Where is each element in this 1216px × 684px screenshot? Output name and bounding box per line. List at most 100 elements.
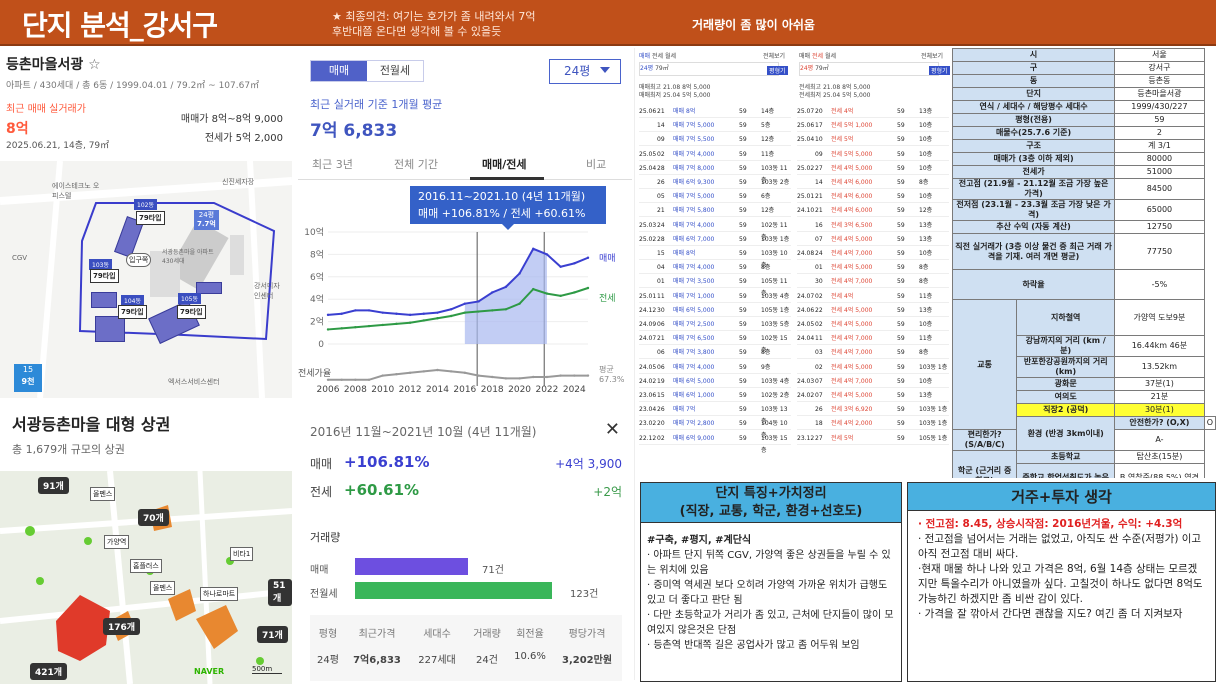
trade-row[interactable]: 26 전세 3억 6,920 59 103동 1층 — [797, 404, 949, 417]
shop-count-3[interactable]: 51개 — [268, 579, 292, 606]
trade-row[interactable]: 23.04 26 매매 7억 59 103동 13층 — [639, 404, 791, 425]
parking-badge[interactable]: 15 9천 — [14, 364, 42, 392]
info-row: 구 강서구 — [952, 61, 1216, 75]
shop-count-4[interactable]: 176개 — [103, 618, 141, 635]
trade-row[interactable]: 24.04 11 전세 4억 7,000 59 11층 — [797, 333, 949, 346]
info-row: 전고점 (21.9월 - 21.12월 조금 가장 높은 가격) 84500 — [952, 178, 1216, 200]
data-point — [573, 374, 576, 377]
period-sale-jeonse[interactable]: 매매/전세 — [482, 156, 527, 172]
header-bar: 단지 분석_강서구 ★ 최종의견: 여기는 호가가 좀 내려와서 7억 후반대쯤… — [0, 0, 1216, 46]
trade-row[interactable]: 25.01 11 매매 7억 1,000 59 103동 4층 — [639, 291, 791, 303]
data-point — [449, 314, 453, 318]
trade-row[interactable]: 25.02 28 매매 6억 7,000 59 103동 1층 — [639, 234, 791, 246]
trade-row[interactable]: 02 전세 4억 5,000 59 103동 1층 — [797, 362, 949, 374]
recent-price: 8억 — [6, 121, 29, 137]
trade-row[interactable]: 24.05 02 전세 4억 5,000 59 10층 — [797, 319, 949, 331]
commerce-map[interactable]: 91개 70개 51개 176개 71개 421개 올펜스 가양역 홈플러스 올… — [0, 471, 292, 684]
trade-row[interactable]: 24.03 07 전세 4억 7,000 59 10층 — [797, 376, 949, 388]
trade-row[interactable]: 24.02 19 매매 6억 5,000 59 103동 4층 — [639, 376, 791, 388]
bldg-label-105[interactable]: 105동 — [178, 293, 201, 304]
info-row: 시 서울 — [952, 48, 1216, 62]
trade-row[interactable]: 05 매매 7억 5,000 59 6층 — [639, 191, 791, 204]
trade-row[interactable]: 25.06 17 전세 5억 1,000 59 10층 — [797, 120, 949, 133]
info-row: 구조 계 3/1 — [952, 139, 1216, 153]
trade-row[interactable]: 14 전세 4억 6,000 59 8층 — [797, 177, 949, 189]
trade-row[interactable]: 24.06 22 전세 4억 5,000 59 13층 — [797, 305, 949, 317]
trade-row[interactable]: 04 매매 7억 4,000 59 8층 — [639, 262, 791, 275]
x-tick-label: 2016 — [453, 385, 476, 395]
series-line-1 — [327, 287, 589, 331]
trade-row[interactable]: 26 매매 6억 9,300 59 103동 2층 — [639, 177, 791, 189]
data-point — [381, 374, 384, 377]
trade-row[interactable]: 24.09 06 매매 7억 2,500 59 103동 5층 — [639, 319, 791, 331]
trade-row[interactable]: 25.06 21 매매 8억 59 14층 — [639, 106, 791, 118]
trade-row[interactable]: 24.07 21 매매 7억 6,500 59 102동 15층 — [639, 333, 791, 354]
info-row: 추산 수익 (자동 계산) 12750 — [952, 220, 1216, 234]
data-point — [422, 312, 425, 315]
shop-count-5[interactable]: 71개 — [257, 626, 288, 643]
trade-row[interactable]: 15 매매 8억 59 103동 10층 — [639, 248, 791, 269]
btn-size-left[interactable]: 평형기 — [767, 66, 788, 75]
trade-row[interactable]: 03 전세 4억 7,000 59 8층 — [797, 347, 949, 360]
trade-row[interactable]: 25.04 10 전세 5억 59 10층 — [797, 134, 949, 147]
trade-row[interactable]: 24.12 30 매매 6억 5,000 59 105동 1층 — [639, 305, 791, 317]
complex-map[interactable]: 102동 79타입 103동 79타입 104동 79타입 105동 79타입 … — [0, 161, 292, 398]
bldg-label-102[interactable]: 102동 — [134, 199, 157, 210]
data-point — [326, 313, 330, 317]
trade-row[interactable]: 14 매매 7억 5,000 59 5층 — [639, 120, 791, 133]
recent-date: 2025.06.21, 14층, 79㎡ — [6, 141, 110, 151]
tab-sale[interactable]: 매매 — [311, 61, 367, 81]
trade-row[interactable]: 30 전세 4억 7,000 59 8층 — [797, 276, 949, 289]
trade-row[interactable]: 25.07 20 전세 4억 59 13층 — [797, 106, 949, 118]
trade-row[interactable]: 25.04 28 매매 7억 8,000 59 103동 11층 — [639, 163, 791, 184]
trade-row[interactable]: 25.05 02 매매 7억 4,000 59 11층 — [639, 149, 791, 161]
data-point — [354, 309, 357, 312]
trade-row[interactable]: 18 전세 4억 2,000 59 103동 1층 — [797, 418, 949, 431]
period-all[interactable]: 전체 기간 — [394, 156, 438, 172]
trade-row[interactable]: 23.06 15 매매 6억 1,000 59 102동 2층 — [639, 390, 791, 402]
trade-row[interactable]: 24.10 21 전세 4억 6,000 59 12층 — [797, 205, 949, 218]
x-tick-label: 2012 — [399, 385, 422, 395]
star-icon[interactable]: ☆ — [88, 57, 101, 73]
growth-period: 2016년 11월~2021년 10월 (4년 11개월) — [310, 425, 537, 439]
trade-row[interactable]: 07 전세 4억 5,000 59 13층 — [797, 234, 949, 246]
btn-size-right[interactable]: 평형기 — [929, 66, 950, 75]
chart-panel: 매매 전월세 24평 최근 실거래 기준 1개월 평균 7억 6,833 최근 … — [298, 48, 632, 400]
caret-down-icon — [600, 67, 610, 73]
shop-count-6[interactable]: 421개 — [30, 663, 68, 680]
tab-rent[interactable]: 전월세 — [367, 61, 423, 81]
trade-row[interactable]: 25.02 27 전세 4억 5,000 59 10층 — [797, 163, 949, 175]
trade-row[interactable]: 25.03 24 매매 7억 4,000 59 102동 11층 — [639, 220, 791, 241]
trade-row[interactable]: 24.07 02 전세 4억 59 11층 — [797, 291, 949, 303]
trade-row[interactable]: 24.05 06 매매 7억 4,000 59 9층 — [639, 362, 791, 374]
data-point — [586, 286, 590, 290]
price-chart[interactable]: 10억 8억 6억 4억 2억 0 2006 2008 2010 2012 2014 2016 2018… — [298, 226, 632, 396]
trade-row[interactable]: 01 전세 4억 5,000 59 8층 — [797, 262, 949, 275]
data-point — [586, 256, 590, 259]
trade-row[interactable]: 06 매매 7억 3,800 59 8층 — [639, 347, 791, 360]
bldg-24-badge[interactable]: 24평 7.7억 — [194, 210, 219, 230]
trade-row[interactable]: 16 전세 3억 6,500 59 13층 — [797, 220, 949, 232]
close-icon[interactable]: ✕ — [605, 419, 620, 440]
size-table: 평형 최근가격 세대수 거래량 회전율 평당가격 24평 7억6,833 227… — [310, 615, 622, 681]
data-point — [545, 253, 549, 256]
trade-row[interactable]: 23.12 27 전세 5억 59 105동 1층 — [797, 433, 949, 445]
trade-row[interactable]: 24.02 07 전세 4억 5,000 59 13층 — [797, 390, 949, 402]
trade-row[interactable]: 01 매매 7억 3,500 59 105동 11층 — [639, 276, 791, 297]
period-recent3[interactable]: 최근 3년 — [312, 156, 353, 172]
period-compare[interactable]: 비교 — [586, 156, 606, 172]
shop-count-2[interactable]: 70개 — [138, 509, 169, 526]
trade-row[interactable]: 25.01 21 전세 4억 6,000 59 10층 — [797, 191, 949, 204]
info-row: 전저점 (23.1월 - 23.3월 조금 가장 낮은 가격) 65000 — [952, 199, 1216, 221]
size-select[interactable]: 24평 — [549, 59, 621, 84]
shop-count-1[interactable]: 91개 — [38, 477, 69, 494]
trade-row[interactable]: 21 매매 7억 5,800 59 12층 — [639, 205, 791, 218]
trade-row[interactable]: 09 전세 5억 5,000 59 10층 — [797, 149, 949, 161]
data-point — [463, 311, 467, 314]
trade-row[interactable]: 09 매매 7억 5,500 59 12층 — [639, 134, 791, 147]
data-point — [532, 247, 535, 250]
trade-row[interactable]: 24.08 24 전세 4억 7,000 59 10층 — [797, 248, 949, 260]
trade-row[interactable]: 23.02 20 매매 7억 2,800 59 104동 10층 — [639, 418, 791, 439]
trade-row[interactable]: 22.12 02 매매 6억 9,000 59 103동 15층 — [639, 433, 791, 454]
data-point — [381, 323, 384, 327]
